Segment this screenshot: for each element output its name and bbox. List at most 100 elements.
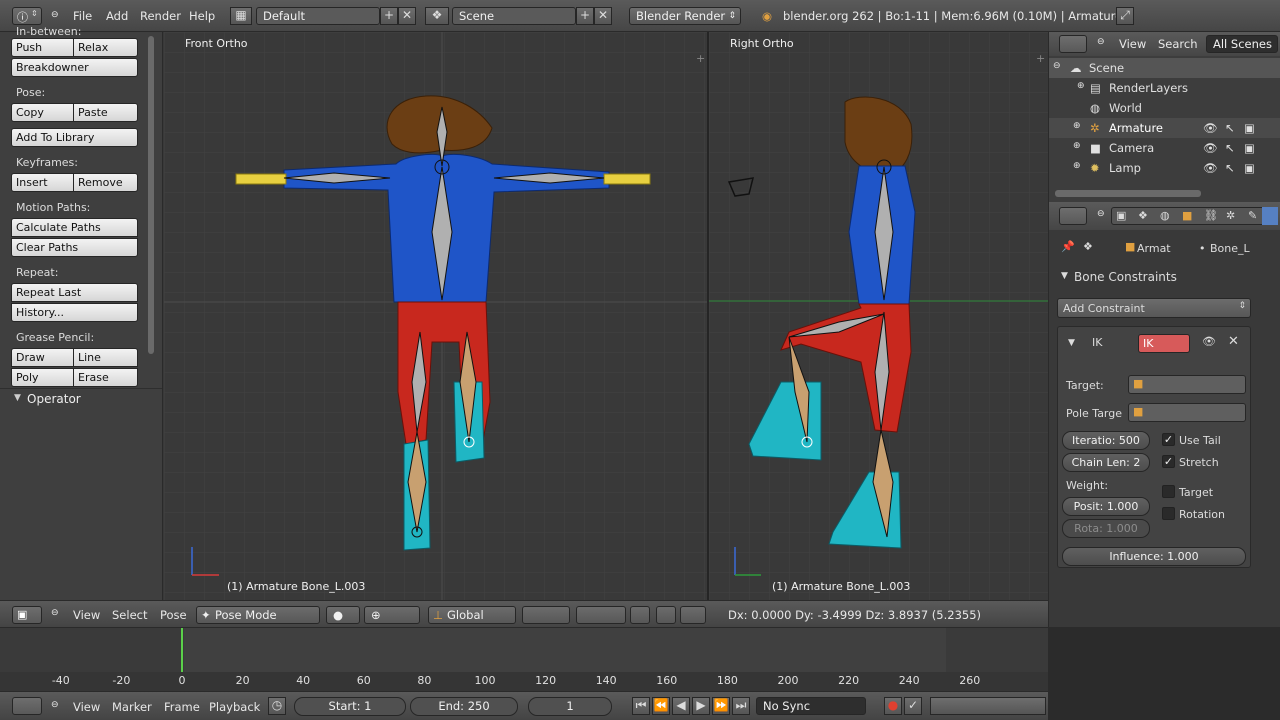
render-tab-icon[interactable]: ▣ xyxy=(1116,209,1126,222)
expand-icon[interactable]: ⊕ xyxy=(1077,81,1085,91)
operator-panel-header[interactable]: ▼ Operator xyxy=(0,388,162,410)
remove-keyframe-button[interactable]: Remove xyxy=(73,173,138,192)
line-button[interactable]: Line xyxy=(73,348,138,367)
cursor-icon[interactable]: ↖ xyxy=(1225,121,1235,135)
snap-element-select[interactable] xyxy=(680,606,706,624)
position-weight-field[interactable]: Posit: 1.000 xyxy=(1062,497,1150,516)
render-icon[interactable]: ▣ xyxy=(1244,141,1255,155)
timeline-ruler[interactable]: -40 -20 0 20 40 60 80 100 120 140 160 180 200 220 240 2… xyxy=(0,672,1048,692)
eye-icon[interactable]: 👁 xyxy=(1203,141,1218,155)
jump-start-icon[interactable]: ⏮ xyxy=(632,697,650,715)
mode-select[interactable]: ✦ Pose Mode xyxy=(196,606,320,624)
start-frame-field[interactable]: Start: 1 xyxy=(294,697,406,716)
pin-icon[interactable]: 📌 xyxy=(1061,240,1075,253)
use-tail-checkbox[interactable]: ✓ xyxy=(1162,433,1175,446)
right-ortho-viewport[interactable]: + Right Ortho (1) Armature Bone_L.003 xyxy=(709,32,1048,600)
add-constraint-select[interactable]: Add Constraint ⇕ xyxy=(1057,298,1251,318)
outliner-row-armature[interactable]: ⊕ ✲ Armature 👁 ↖ ▣ xyxy=(1049,118,1280,138)
collapse-menu-icon[interactable]: ⊖ xyxy=(51,700,59,710)
collapse-menu-icon[interactable]: ⊖ xyxy=(51,10,59,20)
tool-shelf-scrollbar[interactable] xyxy=(148,36,154,354)
menu-select[interactable]: Select xyxy=(112,608,147,622)
data-tab-icon[interactable]: ✲ xyxy=(1226,209,1235,222)
draw-button[interactable]: Draw xyxy=(11,348,74,367)
render-icon[interactable]: ▣ xyxy=(1244,121,1255,135)
timeline[interactable]: -40 -20 0 20 40 60 80 100 120 140 160 180 200 220 240 2… xyxy=(0,627,1048,692)
sync-mode-select[interactable]: No Sync xyxy=(756,697,866,715)
bone-constraints-panel-header[interactable]: ▼ Bone Constraints xyxy=(1055,268,1255,288)
bone-tab-icon[interactable]: ✎ xyxy=(1248,209,1257,222)
editor-type-button[interactable]: ▣ xyxy=(12,606,42,624)
outliner-row-scene[interactable]: ⊖ ☁ Scene xyxy=(1049,58,1280,78)
keying-set-field[interactable] xyxy=(930,697,1046,715)
editor-type-button[interactable] xyxy=(1059,207,1087,225)
eye-icon[interactable]: 👁 xyxy=(1202,335,1216,348)
editor-type-button[interactable] xyxy=(1059,35,1087,53)
scene-field[interactable]: Scene xyxy=(452,7,576,25)
outliner-row-camera[interactable]: ⊕ ■ Camera 👁 ↖ ▣ xyxy=(1049,138,1280,158)
current-frame-field[interactable]: 1 xyxy=(528,697,612,716)
world-tab-icon[interactable]: ◍ xyxy=(1160,209,1170,222)
expand-icon[interactable]: ⊕ xyxy=(1073,141,1081,151)
menu-view[interactable]: View xyxy=(1119,37,1146,51)
current-frame-indicator[interactable] xyxy=(181,628,183,672)
delete-constraint-icon[interactable]: ✕ xyxy=(1228,334,1239,349)
target-field[interactable]: ■ xyxy=(1128,375,1246,394)
paste-button[interactable]: Paste xyxy=(73,103,138,122)
remove-screen-button[interactable]: ✕ xyxy=(398,7,416,25)
menu-search[interactable]: Search xyxy=(1158,37,1198,51)
display-mode-select[interactable]: All Scenes xyxy=(1206,35,1278,53)
rotation-weight-field[interactable]: Rota: 1.000 xyxy=(1062,519,1150,538)
object-tab-icon[interactable]: ■ xyxy=(1182,209,1192,222)
relax-button[interactable]: Relax xyxy=(73,38,138,57)
scene-icon[interactable]: ❖ xyxy=(425,7,449,25)
menu-marker[interactable]: Marker xyxy=(112,700,152,714)
editor-type-button[interactable]: ⓘ ⇕ xyxy=(12,7,42,25)
lock-layers-button[interactable] xyxy=(630,606,650,624)
clear-paths-button[interactable]: Clear Paths xyxy=(11,238,138,257)
remove-scene-button[interactable]: ✕ xyxy=(594,7,612,25)
fullscreen-icon[interactable]: ⤢ xyxy=(1116,7,1134,25)
jump-keyframe-forward-icon[interactable]: ⏩ xyxy=(712,697,730,715)
orientation-select[interactable]: ⊥ Global xyxy=(428,606,516,624)
cursor-icon[interactable]: ↖ xyxy=(1225,141,1235,155)
history-button[interactable]: History... xyxy=(11,303,138,322)
outliner-row-renderlayers[interactable]: ⊕ ▤ RenderLayers xyxy=(1049,78,1280,98)
outliner-row-lamp[interactable]: ⊕ ✹ Lamp 👁 ↖ ▣ xyxy=(1049,158,1280,178)
eye-icon[interactable]: 👁 xyxy=(1203,161,1218,175)
render-icon[interactable]: ▣ xyxy=(1244,161,1255,175)
scene-tab-icon[interactable]: ❖ xyxy=(1138,209,1148,222)
breakdowner-button[interactable]: Breakdowner xyxy=(11,58,138,77)
layers-1[interactable] xyxy=(522,606,570,624)
menu-view[interactable]: View xyxy=(73,700,100,714)
menu-frame[interactable]: Frame xyxy=(164,700,200,714)
collapse-menu-icon[interactable]: ⊖ xyxy=(51,608,59,618)
influence-slider[interactable]: Influence: 1.000 xyxy=(1062,547,1246,566)
constraint-name-field[interactable]: IK xyxy=(1138,334,1190,353)
collapse-arrow-icon[interactable]: ▼ xyxy=(1068,338,1075,348)
add-scene-button[interactable]: + xyxy=(576,7,594,25)
add-to-library-button[interactable]: Add To Library xyxy=(11,128,138,147)
constraints-tab-icon[interactable]: ⛓ xyxy=(1204,209,1218,222)
menu-file[interactable]: File xyxy=(73,9,92,23)
menu-playback[interactable]: Playback xyxy=(209,700,260,714)
push-button[interactable]: Push xyxy=(11,38,74,57)
menu-render[interactable]: Render xyxy=(140,9,181,23)
expand-icon[interactable]: ⊕ xyxy=(1073,121,1081,131)
repeat-last-button[interactable]: Repeat Last xyxy=(11,283,138,302)
insert-keyframe-button[interactable]: Insert xyxy=(11,173,74,192)
outliner-row-world[interactable]: ◍ World xyxy=(1049,98,1280,118)
erase-button[interactable]: Erase xyxy=(73,368,138,387)
layers-2[interactable] xyxy=(576,606,626,624)
target-weight-checkbox[interactable] xyxy=(1162,485,1175,498)
jump-keyframe-back-icon[interactable]: ⏪ xyxy=(652,697,670,715)
cursor-icon[interactable]: ↖ xyxy=(1225,161,1235,175)
copy-button[interactable]: Copy xyxy=(11,103,74,122)
editor-type-button[interactable] xyxy=(12,697,42,715)
pivot-select[interactable]: ⊕ xyxy=(364,606,420,624)
pole-target-field[interactable]: ■ xyxy=(1128,403,1246,422)
shading-select[interactable]: ● xyxy=(326,606,360,624)
screen-layout-field[interactable]: Default xyxy=(256,7,380,25)
eye-icon[interactable]: 👁 xyxy=(1203,121,1218,135)
collapse-icon[interactable]: ⊖ xyxy=(1053,61,1061,71)
